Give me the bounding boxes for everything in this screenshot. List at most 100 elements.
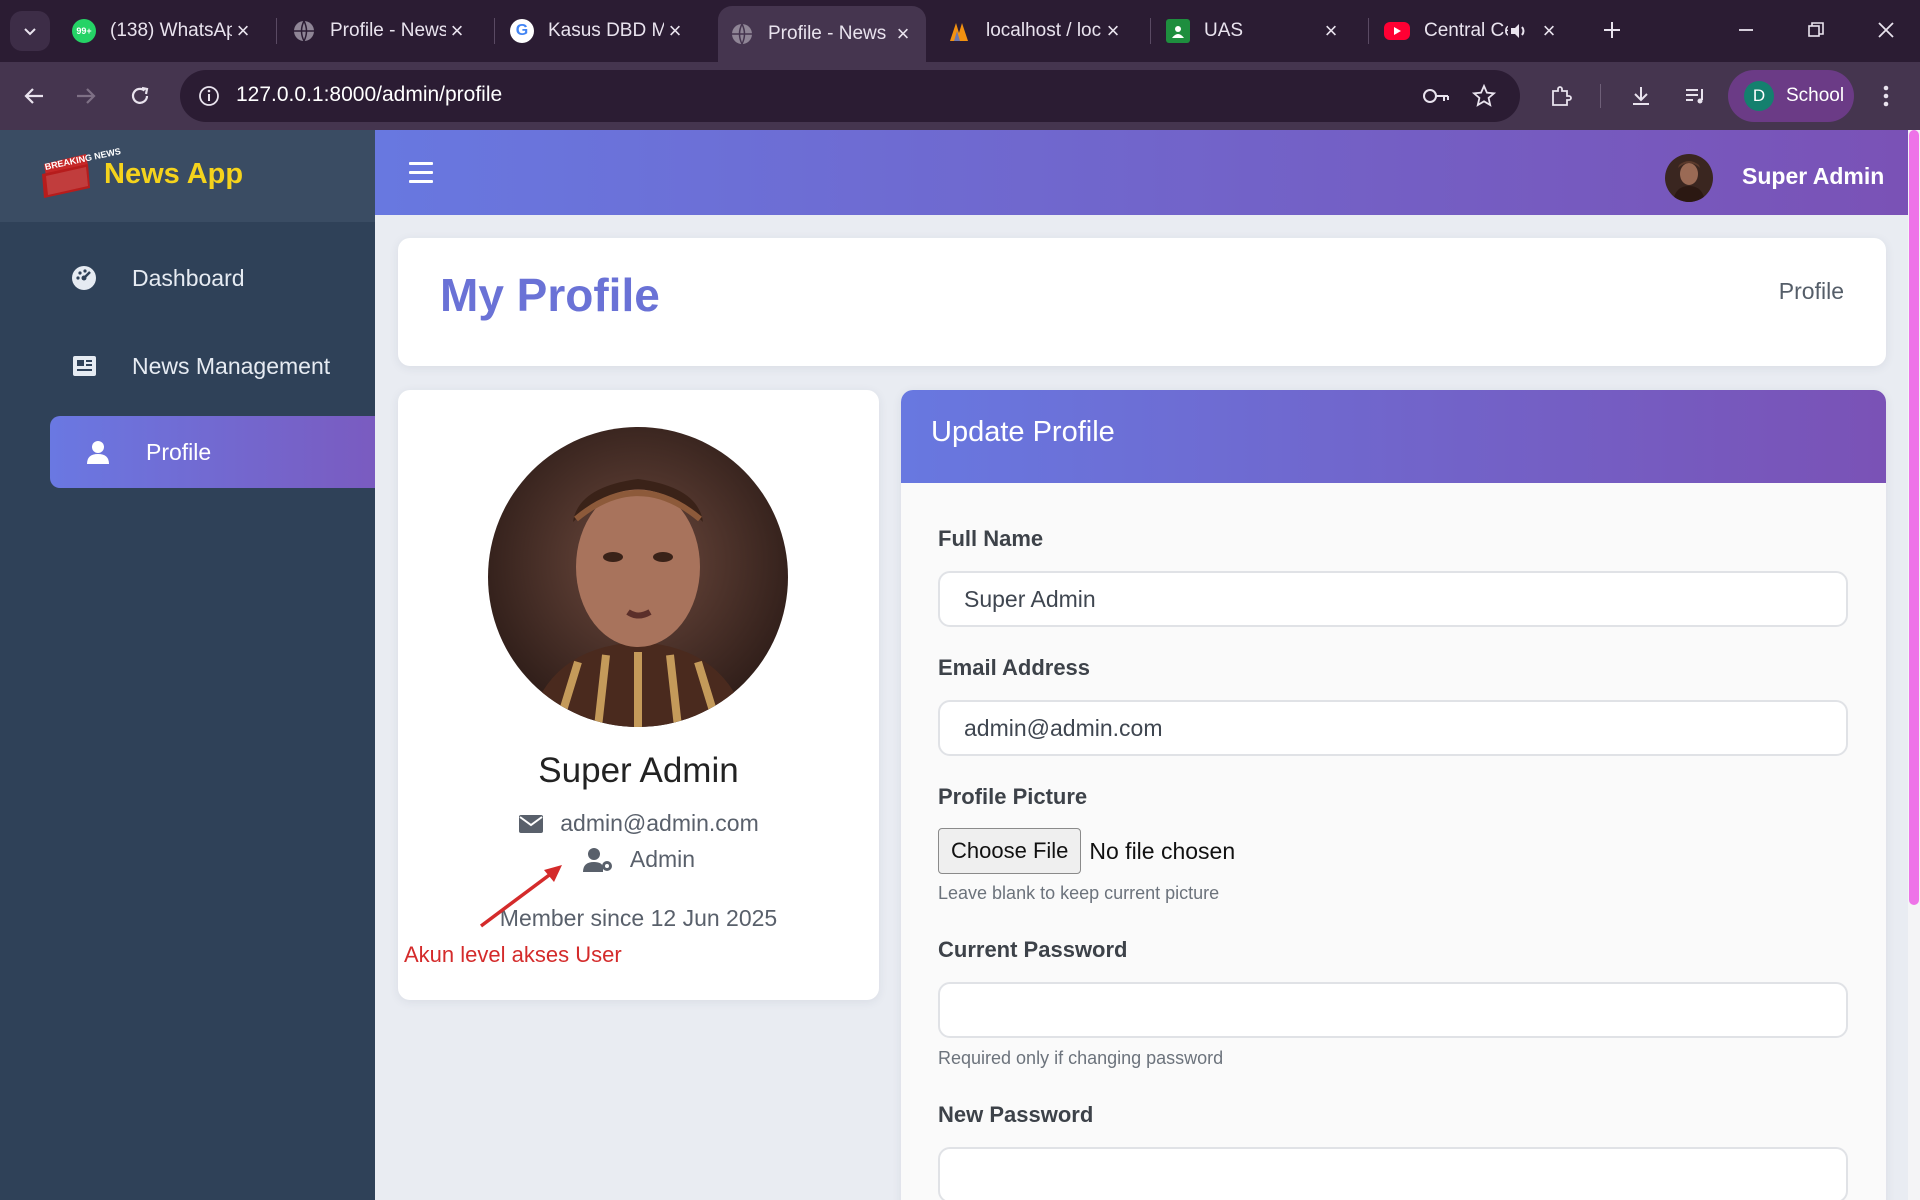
browser-tab[interactable]: Central Ce × (1372, 8, 1572, 54)
avatar[interactable] (1665, 154, 1713, 202)
email-field[interactable] (938, 700, 1848, 756)
user-icon (87, 441, 109, 464)
youtube-icon (1384, 22, 1410, 40)
more-vert-icon (1883, 85, 1889, 107)
browser-tab[interactable]: localhost / loc × (936, 8, 1136, 54)
profile-initial: D (1744, 81, 1774, 111)
profile-role: Admin (629, 846, 696, 872)
chevron-down-icon (24, 28, 36, 36)
browser-tab-bar: 99+ (138) WhatsAp × Profile - News × G K… (0, 0, 1920, 62)
speaker-icon[interactable] (1508, 21, 1528, 41)
whatsapp-icon: 99+ (72, 19, 96, 43)
page-scrollbar[interactable] (1908, 130, 1920, 1200)
tab-title: Kasus DBD Me (548, 20, 664, 41)
close-icon[interactable]: × (1538, 20, 1560, 42)
full-name-field[interactable] (938, 571, 1848, 627)
sidebar-item-dashboard[interactable]: Dashboard (50, 242, 375, 314)
sidebar-item-label: News Management (132, 353, 331, 379)
hamburger-icon (409, 162, 433, 165)
queue-music-icon (1686, 89, 1703, 104)
user-cog-icon (582, 847, 612, 872)
profile-summary-card: Super Admin admin@admin.com Admin Member… (398, 390, 879, 1000)
extensions-button[interactable] (1541, 76, 1581, 116)
tab-divider (494, 18, 495, 44)
sidebar-item-profile[interactable]: Profile (50, 416, 375, 488)
sidebar-item-news-management[interactable]: News Management (50, 330, 375, 402)
close-icon[interactable]: × (1102, 20, 1124, 42)
forward-button[interactable] (66, 76, 106, 116)
new-password-field[interactable] (938, 1147, 1848, 1200)
minimize-button[interactable] (1726, 12, 1766, 48)
new-tab-button[interactable] (1592, 12, 1632, 48)
downloads-button[interactable] (1621, 76, 1661, 116)
close-icon[interactable]: × (892, 23, 914, 45)
browser-toolbar: 127.0.0.1:8000/admin/profile D School (0, 62, 1920, 130)
current-password-label: Current Password (938, 937, 1128, 962)
browser-tab-active[interactable]: Profile - News × (718, 6, 926, 62)
back-button[interactable] (14, 76, 54, 116)
page-title: My Profile (440, 269, 660, 321)
restore-button[interactable] (1796, 12, 1836, 48)
close-icon[interactable]: × (664, 20, 686, 42)
sidebar-item-label: Dashboard (132, 265, 245, 291)
envelope-icon (519, 814, 544, 833)
globe-icon (292, 19, 316, 43)
address-bar[interactable]: 127.0.0.1:8000/admin/profile (180, 70, 1520, 122)
tab-badge: 99+ (76, 26, 92, 36)
browser-menu-button[interactable] (1866, 76, 1906, 116)
tab-title: Central Ce (1424, 20, 1508, 41)
current-password-field[interactable] (938, 982, 1848, 1038)
reload-button[interactable] (120, 76, 160, 116)
choose-file-button[interactable]: Choose File (938, 828, 1082, 874)
tab-title: UAS (1204, 20, 1244, 41)
globe-icon (730, 22, 754, 46)
tab-title: localhost / loc (986, 20, 1102, 41)
avatar-image (1665, 154, 1713, 202)
full-name-label: Full Name (938, 526, 1044, 551)
arrow-right-icon (77, 88, 96, 104)
download-icon (1633, 87, 1649, 105)
site-info-icon[interactable] (198, 85, 220, 107)
browser-tab[interactable]: 99+ (138) WhatsAp × (60, 8, 266, 54)
update-profile-title: Update Profile (931, 416, 1115, 448)
star-icon[interactable] (1472, 84, 1496, 108)
brand[interactable]: BREAKING NEWS News App (0, 130, 375, 222)
close-icon[interactable]: × (232, 20, 254, 42)
arrow-left-icon (24, 88, 43, 104)
breadcrumb: Profile (1778, 278, 1844, 304)
close-icon (1878, 22, 1894, 38)
phpmyadmin-icon (948, 19, 972, 43)
key-icon[interactable] (1422, 85, 1450, 107)
profile-photo (488, 427, 788, 727)
google-icon: G (510, 19, 534, 43)
new-password-label: New Password (938, 1102, 1094, 1127)
profile-role-row: Admin (398, 846, 879, 873)
browser-tab[interactable]: UAS × (1154, 8, 1354, 54)
window-close-button[interactable] (1866, 12, 1906, 48)
annotation-arrow (479, 865, 562, 928)
close-icon[interactable]: × (446, 20, 468, 42)
restore-icon (1808, 22, 1824, 37)
close-icon[interactable]: × (1320, 20, 1342, 42)
browser-tab[interactable]: Profile - News × (280, 8, 480, 54)
tab-divider (1368, 18, 1369, 44)
page-header-card: My Profile Profile (398, 238, 1886, 366)
current-password-help: Required only if changing password (938, 1048, 1224, 1068)
email-label: Email Address (938, 655, 1091, 680)
topbar-user-name[interactable]: Super Admin (1742, 163, 1884, 190)
newspaper-icon (73, 356, 96, 376)
browser-tab[interactable]: G Kasus DBD Me × (498, 8, 698, 54)
plus-icon (1604, 22, 1620, 38)
scrollbar-thumb[interactable] (1909, 130, 1919, 905)
tab-search-button[interactable] (10, 11, 50, 51)
tab-title: (138) WhatsAp (110, 20, 232, 41)
toolbar-divider (1600, 84, 1601, 108)
menu-toggle-button[interactable] (409, 162, 433, 184)
sidebar-item-label: Profile (146, 439, 212, 465)
media-controls-button[interactable] (1675, 76, 1715, 116)
minimize-icon (1739, 29, 1753, 31)
app-topbar: Super Admin (375, 130, 1908, 215)
url-text[interactable]: 127.0.0.1:8000/admin/profile (236, 83, 502, 107)
browser-profile-button[interactable]: D School (1728, 70, 1854, 122)
profile-picture-input[interactable]: Choose File No file chosen (938, 828, 1235, 874)
